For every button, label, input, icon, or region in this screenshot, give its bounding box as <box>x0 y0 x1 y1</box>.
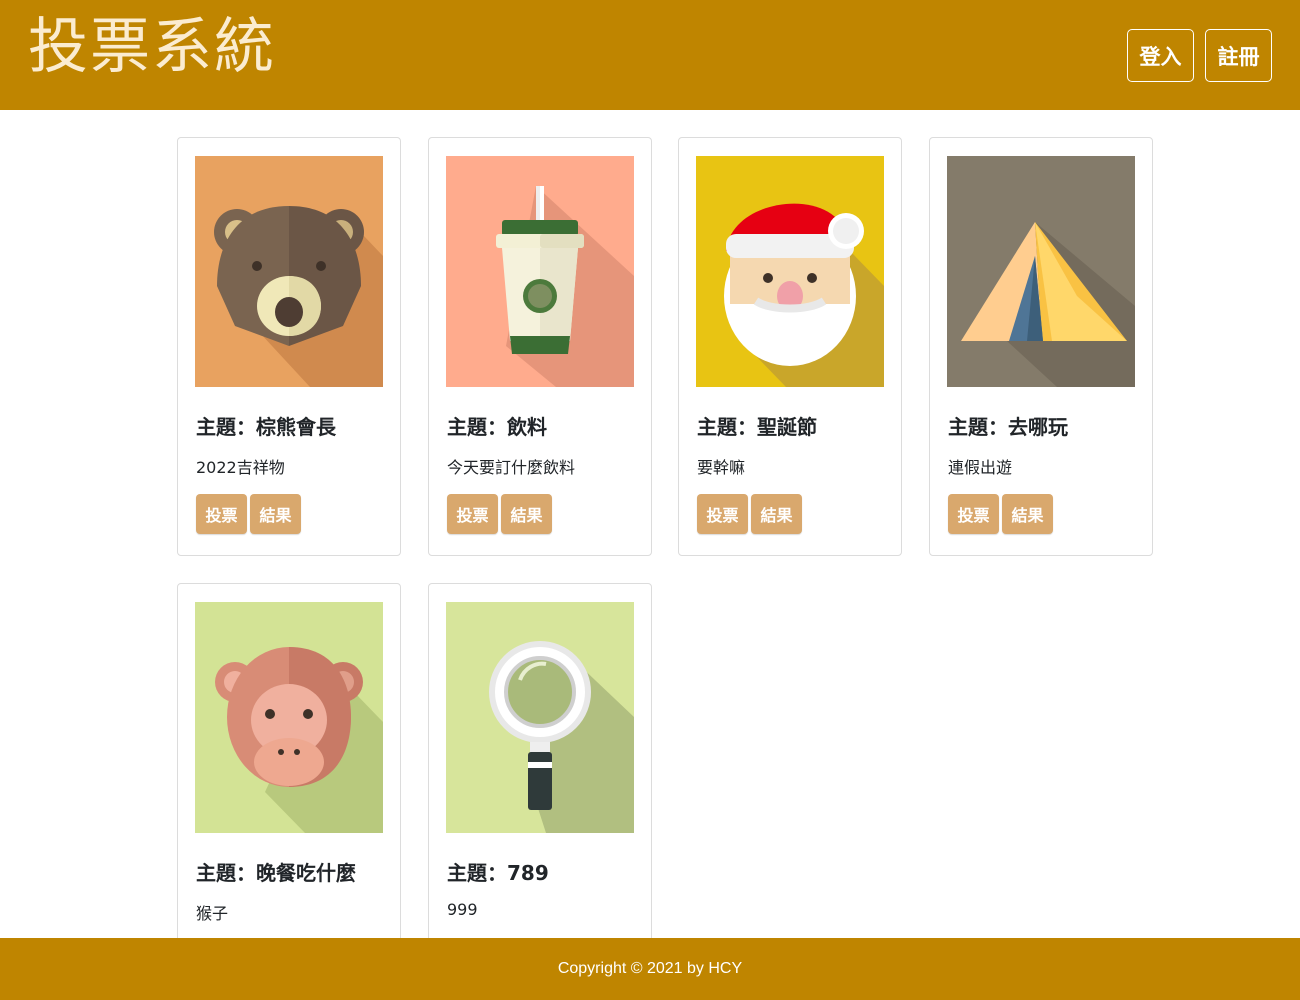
topic-image <box>446 602 634 833</box>
topic-image <box>195 602 383 833</box>
topic-card: 主題：晚餐吃什麼 猴子 <box>177 583 401 963</box>
magnifier-icon <box>446 602 634 833</box>
vote-button[interactable]: 投票 <box>447 494 498 534</box>
vote-button[interactable]: 投票 <box>948 494 999 534</box>
topic-card: 主題：聖誕節 要幹嘛 投票 結果 <box>678 137 902 556</box>
topic-description: 猴子 <box>196 904 229 923</box>
copyright-text: Copyright © 2021 by HCY <box>557 960 743 977</box>
register-button[interactable]: 註冊 <box>1205 29 1272 82</box>
topic-card: 主題：棕熊會長 2022吉祥物 投票 結果 <box>177 137 401 556</box>
topic-image <box>195 156 383 387</box>
topic-card: 主題：飲料 今天要訂什麼飲料 投票 結果 <box>428 137 652 556</box>
footer: Copyright © 2021 by HCY <box>0 938 1300 1000</box>
topic-title: 主題：棕熊會長 <box>196 415 336 439</box>
santa-icon <box>696 156 884 387</box>
topic-image <box>446 156 634 387</box>
topic-title: 主題：789 <box>447 861 549 885</box>
topic-description: 999 <box>447 900 478 919</box>
topic-image <box>947 156 1135 387</box>
result-button[interactable]: 結果 <box>501 494 552 534</box>
tent-icon <box>947 156 1135 387</box>
topic-title: 主題：晚餐吃什麼 <box>196 861 356 885</box>
top-navbar: 投票系統 登入 註冊 <box>0 0 1300 110</box>
topic-description: 要幹嘛 <box>697 458 746 477</box>
result-button[interactable]: 結果 <box>1002 494 1053 534</box>
topic-image <box>696 156 884 387</box>
vote-button[interactable]: 投票 <box>196 494 247 534</box>
topic-description: 今天要訂什麼飲料 <box>447 458 576 477</box>
result-button[interactable]: 結果 <box>751 494 802 534</box>
bear-icon <box>195 156 383 387</box>
result-button[interactable]: 結果 <box>250 494 301 534</box>
login-button[interactable]: 登入 <box>1127 29 1194 82</box>
topic-card: 主題：去哪玩 連假出遊 投票 結果 <box>929 137 1153 556</box>
topic-title: 主題：飲料 <box>447 415 547 439</box>
monkey-icon <box>195 602 383 833</box>
topic-description: 2022吉祥物 <box>196 458 285 477</box>
site-title: 投票系統 <box>28 12 276 82</box>
topic-title: 主題：聖誕節 <box>697 415 817 439</box>
drink-cup-icon <box>446 156 634 387</box>
topic-title: 主題：去哪玩 <box>948 415 1068 439</box>
vote-button[interactable]: 投票 <box>697 494 748 534</box>
topic-card: 主題：789 999 <box>428 583 652 963</box>
topic-description: 連假出遊 <box>948 458 1013 477</box>
